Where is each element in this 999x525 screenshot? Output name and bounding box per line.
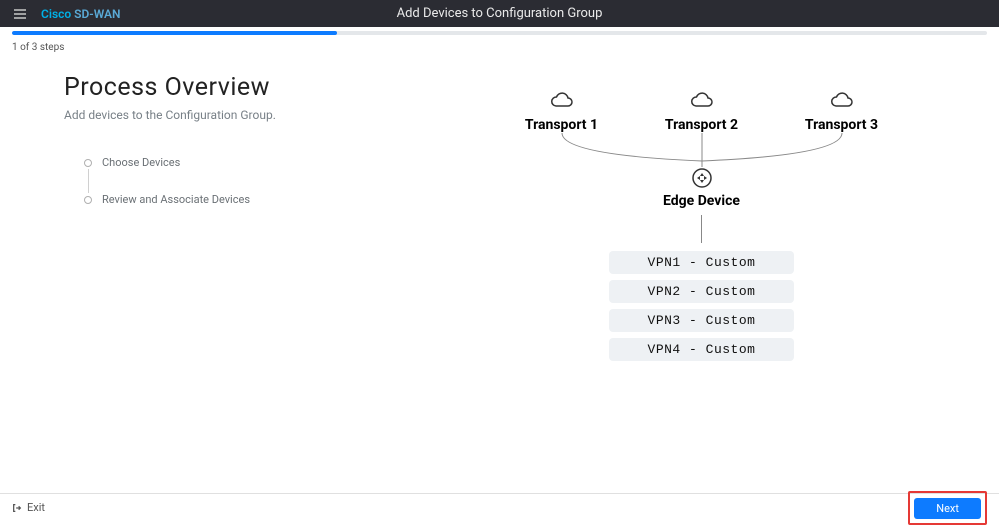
timeline-item-label: Choose Devices	[102, 156, 180, 169]
diagram-inner: Transport 1 Transport 2 Transport 3	[512, 91, 892, 493]
page-title: Add Devices to Configuration Group	[397, 6, 603, 21]
footer: Exit Next	[0, 493, 999, 521]
topology-diagram: Transport 1 Transport 2 Transport 3	[424, 73, 979, 493]
transport-node: Transport 2	[652, 91, 752, 133]
transport-label: Transport 3	[805, 117, 878, 133]
edge-device-label: Edge Device	[512, 193, 892, 209]
progress-bar	[0, 27, 999, 38]
timeline-item: Choose Devices	[84, 156, 424, 169]
vpn-list: VPN1 - Custom VPN2 - Custom VPN3 - Custo…	[512, 251, 892, 361]
menu-icon[interactable]	[14, 4, 26, 23]
vertical-connector	[701, 215, 702, 243]
progress-fill	[12, 31, 337, 35]
vpn-pill: VPN4 - Custom	[609, 338, 794, 361]
overview-subtitle: Add devices to the Configuration Group.	[64, 108, 424, 122]
exit-icon	[12, 503, 22, 513]
brand-logo[interactable]: Cisco SD-WAN	[41, 7, 121, 21]
timeline-dot-icon	[84, 159, 92, 167]
app-header: Cisco SD-WAN Add Devices to Configuratio…	[0, 0, 999, 27]
edge-device-icon	[512, 167, 892, 189]
transport-node: Transport 1	[512, 91, 612, 133]
transports-row: Transport 1 Transport 2 Transport 3	[512, 91, 892, 133]
cloud-icon	[689, 91, 715, 113]
brand-sdwan: SD-WAN	[71, 7, 120, 21]
exit-label: Exit	[27, 501, 45, 514]
vpn-pill: VPN1 - Custom	[609, 251, 794, 274]
transport-node: Transport 3	[792, 91, 892, 133]
transport-label: Transport 1	[525, 117, 598, 133]
exit-button[interactable]: Exit	[12, 501, 45, 514]
left-column: Process Overview Add devices to the Conf…	[64, 73, 424, 493]
timeline-connector	[88, 169, 89, 193]
timeline: Choose Devices Review and Associate Devi…	[84, 156, 424, 206]
fan-in-connector	[512, 133, 892, 167]
overview-title: Process Overview	[64, 73, 424, 102]
next-button[interactable]: Next	[914, 498, 981, 519]
timeline-dot-icon	[84, 196, 92, 204]
cloud-icon	[549, 91, 575, 113]
main-content: Process Overview Add devices to the Conf…	[0, 53, 999, 493]
progress-track	[12, 31, 987, 35]
transport-label: Transport 2	[665, 117, 738, 133]
brand-cisco: Cisco	[41, 7, 71, 21]
vpn-pill: VPN3 - Custom	[609, 309, 794, 332]
vpn-pill: VPN2 - Custom	[609, 280, 794, 303]
timeline-item-label: Review and Associate Devices	[102, 193, 250, 206]
timeline-item: Review and Associate Devices	[84, 193, 424, 206]
steps-text: 1 of 3 steps	[12, 42, 999, 53]
next-highlight: Next	[908, 491, 987, 525]
cloud-icon	[829, 91, 855, 113]
